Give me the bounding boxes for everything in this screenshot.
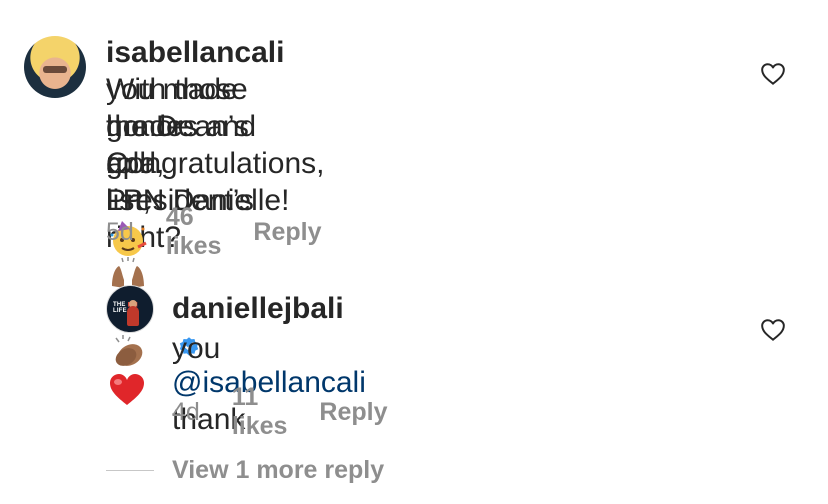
view-more-replies-label[interactable]: View 1 more reply bbox=[172, 456, 384, 485]
view-more-replies[interactable]: View 1 more reply bbox=[106, 456, 384, 485]
like-heart-icon[interactable] bbox=[760, 62, 786, 86]
red-heart-emoji bbox=[110, 374, 144, 405]
divider-line bbox=[106, 470, 154, 471]
comment-meta: 5d 46 likes Reply bbox=[106, 203, 354, 261]
avatar-figure-body bbox=[127, 306, 139, 326]
comment-time[interactable]: 4d bbox=[172, 398, 200, 427]
reply-button[interactable]: Reply bbox=[319, 398, 387, 427]
avatar[interactable]: THE ▮▮▮ LIFE bbox=[106, 285, 154, 333]
clapping-hands-emoji bbox=[115, 335, 143, 366]
like-heart-icon[interactable] bbox=[760, 318, 786, 342]
comment-text-line2: you bbox=[172, 332, 221, 365]
comment-time[interactable]: 5d bbox=[106, 218, 134, 247]
comment-username[interactable]: isabellancali bbox=[106, 36, 284, 69]
comment-likes[interactable]: 46 likes bbox=[166, 203, 222, 261]
comment-username[interactable]: daniellejbali bbox=[172, 292, 344, 325]
comment-likes[interactable]: 11 likes bbox=[232, 383, 288, 441]
comment-meta: 4d 11 likes Reply bbox=[172, 383, 420, 441]
sunglasses-detail bbox=[43, 66, 67, 73]
avatar[interactable] bbox=[24, 36, 86, 98]
reply-button[interactable]: Reply bbox=[253, 218, 321, 247]
